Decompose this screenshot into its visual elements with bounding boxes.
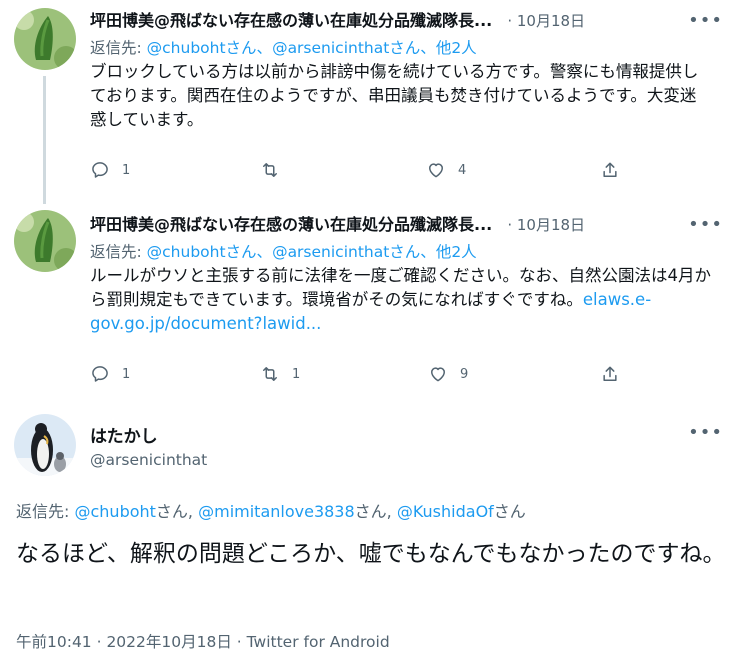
reply-count: 1 xyxy=(122,366,131,382)
like-button[interactable]: 9 xyxy=(428,362,468,386)
tweet-2[interactable]: 坪田博美@飛ばない存在感の薄い在庫処分品殲滅隊長... · 10月18日 返信先… xyxy=(0,196,741,398)
reply-to: 返信先: @chubohtさん、@arsenicinthatさん、他2人 xyxy=(90,39,477,57)
tweet-text: ブロックしている方は以前から誹謗中傷を続けている方です。警察にも情報提供しており… xyxy=(90,62,699,129)
thread-line xyxy=(43,196,46,204)
action-bar: 1 4 xyxy=(90,158,630,182)
retweet-button[interactable] xyxy=(260,158,292,182)
reply-to-link[interactable]: @chuboht xyxy=(74,502,155,521)
retweet-button[interactable]: 1 xyxy=(260,362,300,386)
heart-icon xyxy=(431,367,445,382)
share-upload-icon xyxy=(603,162,617,177)
reply-to-others-link[interactable]: 他2人 xyxy=(436,243,477,261)
author-name[interactable]: 坪田博美@飛ばない存在感の薄い在庫処分品殲滅隊長... xyxy=(90,214,492,236)
reply-to-link[interactable]: @KushidaOf xyxy=(397,502,494,521)
more-dots-icon[interactable]: ••• xyxy=(688,10,723,31)
thread-line xyxy=(43,76,46,198)
reply-button[interactable]: 1 xyxy=(90,362,130,386)
like-button[interactable]: 4 xyxy=(426,158,466,182)
reply-to-link[interactable]: @arsenicinthatさん、 xyxy=(272,39,436,57)
reply-to-link[interactable]: @chubohtさん、 xyxy=(147,243,272,261)
reply-to-others-link[interactable]: 他2人 xyxy=(436,39,477,57)
reply-button[interactable]: 1 xyxy=(90,158,130,182)
avatar[interactable] xyxy=(14,8,76,70)
avatar[interactable] xyxy=(14,210,76,272)
reply-bubble-icon xyxy=(92,366,108,382)
share-button[interactable] xyxy=(600,362,620,386)
author-handle[interactable]: @arsenicinthat xyxy=(90,451,207,469)
more-dots-icon[interactable]: ••• xyxy=(688,214,723,235)
reply-to-link[interactable]: @mimitanlove3838 xyxy=(198,502,355,521)
reply-to: 返信先: @chubohtさん, @mimitanlove3838さん, @Ku… xyxy=(16,502,526,521)
reply-bubble-icon xyxy=(92,162,108,178)
like-count: 4 xyxy=(458,162,467,178)
author-name[interactable]: 坪田博美@飛ばない存在感の薄い在庫処分品殲滅隊長... xyxy=(90,10,492,32)
author-name[interactable]: はたかし xyxy=(90,422,207,447)
action-bar: 1 1 9 xyxy=(90,362,630,386)
share-upload-icon xyxy=(603,366,617,381)
tweet-meta[interactable]: 午前10:41 · 2022年10月18日 · Twitter for Andr… xyxy=(16,630,390,652)
like-count: 9 xyxy=(460,366,469,382)
more-dots-icon[interactable]: ••• xyxy=(688,422,723,443)
main-tweet: はたかし @arsenicinthat ••• xyxy=(0,408,741,663)
retweet-count: 1 xyxy=(292,366,301,382)
share-button[interactable] xyxy=(600,158,620,182)
retweet-icon xyxy=(263,163,277,177)
reply-to: 返信先: @chubohtさん、@arsenicinthatさん、他2人 xyxy=(90,243,477,261)
main-tweet-text: なるほど、解釈の問題どころか、嘘でもなんでもなかったのですね。 xyxy=(16,541,726,567)
heart-icon xyxy=(429,163,443,178)
reply-to-link[interactable]: @chubohtさん、 xyxy=(147,39,272,57)
tweet-date[interactable]: · 10月18日 xyxy=(507,10,585,32)
avatar[interactable] xyxy=(14,414,76,476)
tweet-text: ルールがウソと主張する前に法律を一度ご確認ください。なお、自然公園法は4月から罰… xyxy=(90,266,711,333)
retweet-icon xyxy=(263,367,277,381)
tweet-date[interactable]: · 10月18日 xyxy=(507,214,585,236)
reply-count: 1 xyxy=(122,162,131,178)
reply-to-link[interactable]: @arsenicinthatさん、 xyxy=(272,243,436,261)
tweet-1[interactable]: 坪田博美@飛ばない存在感の薄い在庫処分品殲滅隊長... · 10月18日 返信先… xyxy=(0,0,741,198)
